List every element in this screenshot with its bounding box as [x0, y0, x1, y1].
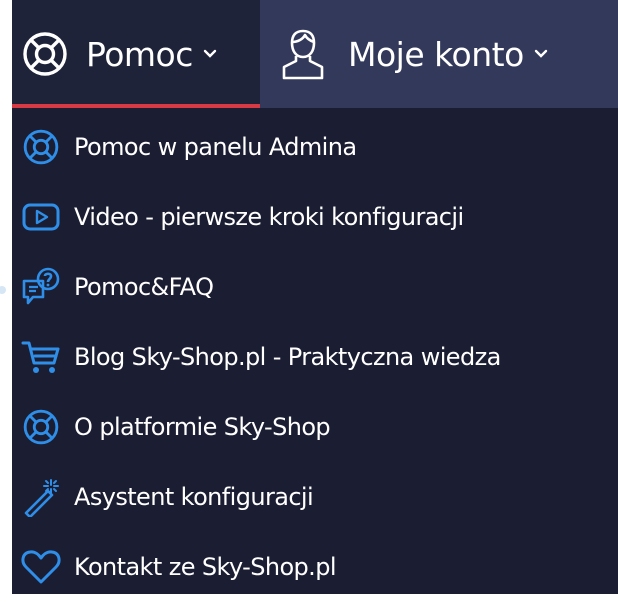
my-account-tab[interactable]: Moje konto [260, 0, 618, 108]
menu-item-label: Video - pierwsze kroki konfiguracji [74, 203, 464, 231]
magic-wand-icon [20, 476, 62, 518]
menu-item-config-assistant[interactable]: Asystent konfiguracji [12, 462, 618, 532]
menu-item-label: Kontakt ze Sky-Shop.pl [74, 553, 337, 581]
menu-item-label: Asystent konfiguracji [74, 483, 314, 511]
help-tab[interactable]: Pomoc [12, 0, 260, 108]
user-icon [278, 25, 328, 83]
menu-item-label: Pomoc&FAQ [74, 273, 214, 301]
menu-item-label: Blog Sky-Shop.pl - Praktyczna wiedza [74, 343, 501, 371]
top-navbar: Pomoc Moje konto [12, 0, 618, 108]
faq-chat-icon [20, 266, 62, 308]
page-edge [0, 0, 12, 594]
menu-item-faq[interactable]: Pomoc&FAQ [12, 252, 618, 322]
menu-item-blog[interactable]: Blog Sky-Shop.pl - Praktyczna wiedza [12, 322, 618, 392]
lifebuoy-icon [20, 126, 62, 168]
chevron-down-icon [203, 49, 217, 59]
menu-item-label: Pomoc w panelu Admina [74, 133, 357, 161]
chevron-down-icon [534, 49, 548, 59]
lifebuoy-icon [16, 25, 74, 83]
menu-item-label: O platformie Sky-Shop [74, 413, 331, 441]
menu-item-video[interactable]: Video - pierwsze kroki konfiguracji [12, 182, 618, 252]
lifebuoy-icon [20, 406, 62, 448]
help-menu-panel: Pomoc Moje konto Pomoc w panelu Admina V… [12, 0, 618, 594]
menu-item-contact[interactable]: Kontakt ze Sky-Shop.pl [12, 532, 618, 602]
help-tab-label: Pomoc [86, 34, 193, 74]
video-play-icon [20, 196, 62, 238]
my-account-tab-label: Moje konto [348, 34, 524, 74]
heart-icon [20, 546, 62, 588]
menu-item-admin-help[interactable]: Pomoc w panelu Admina [12, 112, 618, 182]
cart-icon [20, 336, 62, 378]
menu-item-about-platform[interactable]: O platformie Sky-Shop [12, 392, 618, 462]
